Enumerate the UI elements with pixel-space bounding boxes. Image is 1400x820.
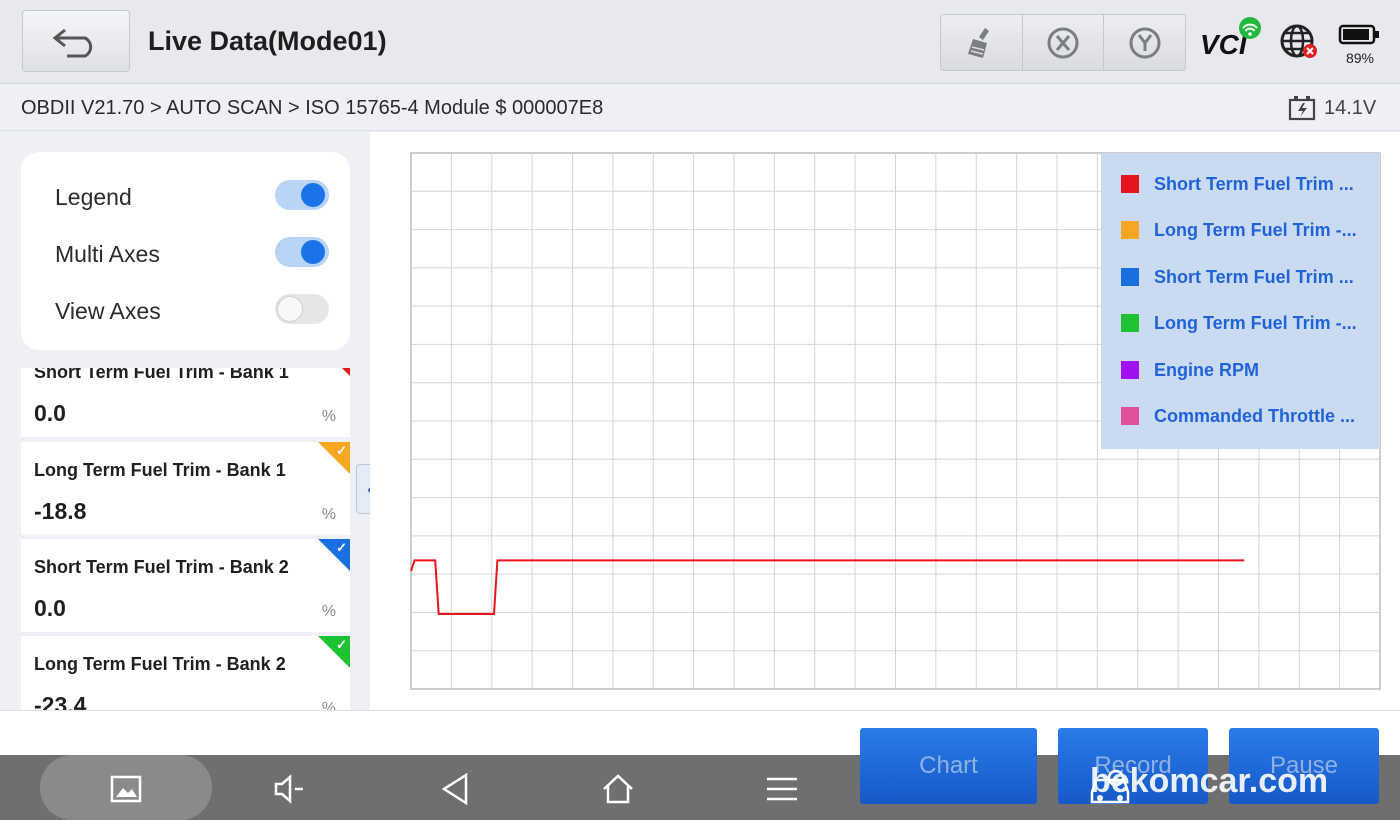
breadcrumb: OBDII V21.70 > AUTO SCAN > ISO 15765-4 M… <box>21 97 604 119</box>
pid-item[interactable]: Long Term Fuel Trim - Bank 2 -23.4 % ✓ <box>21 636 350 710</box>
legend-label: Long Term Fuel Trim -... <box>1154 220 1357 240</box>
legend-label: Commanded Throttle ... <box>1154 406 1356 426</box>
clear-button[interactable] <box>941 15 1023 70</box>
setting-legend: Legend <box>55 176 335 216</box>
legend-item: Short Term Fuel Trim ... <box>1121 170 1371 200</box>
pid-name: Long Term Fuel Trim - Bank 2 <box>34 654 286 674</box>
pid-unit: % <box>321 603 336 620</box>
setting-view-axes: View Axes <box>55 290 335 330</box>
page-title: Live Data(Mode01) <box>148 26 387 56</box>
pid-name: Short Term Fuel Trim - Bank 1 <box>34 368 289 382</box>
x-axis-icon <box>1047 27 1079 58</box>
pid-color-flag <box>318 368 350 376</box>
pid-name: Long Term Fuel Trim - Bank 1 <box>34 460 286 480</box>
volume-down-icon[interactable] <box>270 769 310 809</box>
check-icon: ✓ <box>336 637 347 652</box>
toggle-knob <box>278 297 302 321</box>
legend-swatch <box>1121 361 1139 379</box>
back-button[interactable] <box>22 10 130 72</box>
setting-label: Legend <box>55 184 132 210</box>
live-data-chart: Short Term Fuel Trim ... Long Term Fuel … <box>370 132 1400 710</box>
legend-item: Commanded Throttle ... <box>1121 402 1371 432</box>
legend-item: Engine RPM <box>1121 356 1371 386</box>
legend-swatch <box>1121 314 1139 332</box>
battery-percent: 89% <box>1345 50 1375 66</box>
legend-item: Short Term Fuel Trim ... <box>1121 263 1371 293</box>
top-bar: Live Data(Mode01) VCI 89% <box>0 0 1400 84</box>
breadcrumb-bar: OBDII V21.70 > AUTO SCAN > ISO 15765-4 M… <box>0 85 1400 131</box>
legend-swatch <box>1121 268 1139 286</box>
screenshot-icon[interactable] <box>106 769 146 809</box>
chart-legend: Short Term Fuel Trim ... Long Term Fuel … <box>1101 153 1380 449</box>
pid-unit: % <box>321 408 336 425</box>
display-settings-card: Legend Multi Axes View Axes <box>21 152 350 350</box>
view-axes-toggle[interactable] <box>275 294 329 324</box>
legend-toggle[interactable] <box>275 180 329 210</box>
network-globe-icon <box>1280 24 1317 58</box>
recent-apps-icon[interactable] <box>762 769 802 809</box>
legend-label: Short Term Fuel Trim ... <box>1154 267 1354 287</box>
chart-button[interactable]: Chart <box>860 728 1037 804</box>
pid-unit: % <box>321 700 336 710</box>
setting-label: Multi Axes <box>55 241 160 267</box>
toggle-knob <box>301 183 325 207</box>
car-battery-icon <box>1288 96 1316 121</box>
y-axis-icon <box>1129 27 1161 58</box>
voltage-reading: 14.1V <box>1324 97 1377 119</box>
pid-value: -18.8 <box>34 498 87 524</box>
legend-item: Long Term Fuel Trim -... <box>1121 216 1371 246</box>
check-icon: ✓ <box>336 443 347 458</box>
pid-name: Short Term Fuel Trim - Bank 2 <box>34 557 289 577</box>
broom-icon <box>968 27 990 58</box>
nav-back-icon[interactable] <box>436 769 476 809</box>
pid-list: Short Term Fuel Trim - Bank 1 0.0 % ✓ Lo… <box>21 368 350 710</box>
setting-label: View Axes <box>55 298 161 324</box>
pid-unit: % <box>321 506 336 523</box>
y-axis-button[interactable] <box>1104 15 1185 70</box>
vci-status-icon: VCI <box>1200 17 1261 60</box>
pid-value: 0.0 <box>34 595 66 621</box>
check-icon: ✓ <box>336 540 347 555</box>
setting-multi-axes: Multi Axes <box>55 233 335 273</box>
legend-label: Long Term Fuel Trim -... <box>1154 313 1357 333</box>
left-panel: Legend Multi Axes View Axes Short Term F… <box>0 132 370 710</box>
pid-value: -23.4 <box>34 692 87 710</box>
chart-toolbar <box>940 14 1186 71</box>
multi-axes-toggle[interactable] <box>275 237 329 267</box>
legend-swatch <box>1121 175 1139 193</box>
pid-item[interactable]: Short Term Fuel Trim - Bank 1 0.0 % ✓ <box>21 368 350 437</box>
toggle-knob <box>301 240 325 264</box>
legend-label: Engine RPM <box>1154 360 1260 380</box>
back-arrow-icon <box>52 28 93 58</box>
pid-value: 0.0 <box>34 400 66 426</box>
app-root: Live Data(Mode01) VCI 89% OBDII V21.70 >… <box>0 0 1400 820</box>
pid-item[interactable]: Short Term Fuel Trim - Bank 2 0.0 % ✓ <box>21 539 350 632</box>
home-icon[interactable] <box>598 769 638 809</box>
pid-item[interactable]: Long Term Fuel Trim - Bank 1 -18.8 % ✓ <box>21 442 350 535</box>
watermark-text: bekomcar.com <box>1090 762 1329 800</box>
legend-swatch <box>1121 407 1139 425</box>
legend-label: Short Term Fuel Trim ... <box>1154 174 1354 194</box>
legend-swatch <box>1121 221 1139 239</box>
x-axis-button[interactable] <box>1023 15 1105 70</box>
legend-item: Long Term Fuel Trim -... <box>1121 309 1371 339</box>
